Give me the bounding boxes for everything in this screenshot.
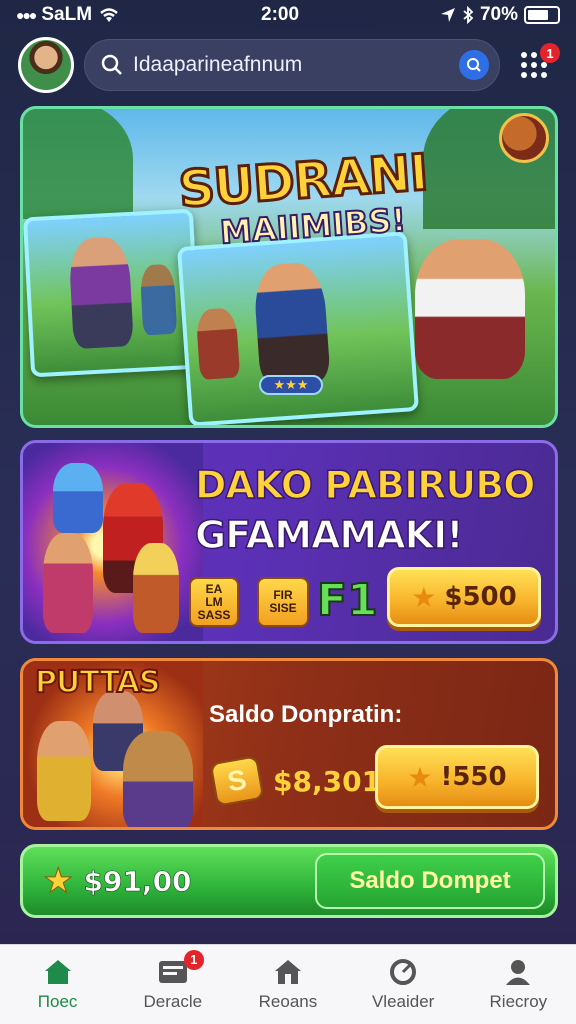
saldo-label: Saldo Donpratin: xyxy=(209,701,403,728)
promo-card[interactable]: DAKO PABIRUBO GFAMAMAKI! EA LM SASS FIR … xyxy=(20,440,558,644)
wallet-amount-group: ★ $91,00 xyxy=(42,847,192,915)
star-icon: ★ xyxy=(411,580,437,614)
star-icon: ★ xyxy=(407,760,433,794)
search-input[interactable]: Idaaparineafnnum xyxy=(133,53,449,77)
promo-tile-2[interactable]: FIR SISE xyxy=(257,577,309,627)
buy-550-button[interactable]: ★ !550 xyxy=(375,745,539,809)
search-icon xyxy=(101,54,122,75)
nav-label: Поес xyxy=(37,991,78,1011)
notification-badge: 1 xyxy=(540,43,560,63)
nav-item-rooms[interactable]: Reoans xyxy=(233,958,343,1012)
menu-button[interactable]: 1 xyxy=(510,41,560,89)
nav-item-viewer[interactable]: Vleaider xyxy=(348,958,458,1012)
star-icon: ★ xyxy=(42,861,74,902)
wifi-icon xyxy=(100,8,118,22)
nav-label: Riecroy xyxy=(489,991,548,1011)
nav-item-profile[interactable]: Riecroy xyxy=(463,958,573,1012)
saldo-card[interactable]: PUTTAS Saldo Donpratin: S $8,301 ★ !550 xyxy=(20,658,558,830)
rating-stars-chip: ★★★ xyxy=(259,375,323,395)
buy-500-button[interactable]: ★ $500 xyxy=(387,567,541,627)
hero-character-right xyxy=(415,239,525,379)
house-icon xyxy=(274,959,301,984)
home-icon xyxy=(44,959,71,984)
status-bar: ●●● SaLM 2:00 70% xyxy=(0,0,576,30)
battery-percent: 70% xyxy=(479,4,518,25)
carrier-name: SaLM xyxy=(41,4,93,25)
saldo-dompet-button[interactable]: Saldo Dompet xyxy=(315,853,545,909)
signal-dots-icon: ●●● xyxy=(16,7,37,23)
game-panel-left xyxy=(23,208,202,378)
wallet-amount: $91,00 xyxy=(83,864,192,898)
avatar[interactable] xyxy=(18,37,74,93)
mask-icon xyxy=(499,113,549,163)
nav-label: Reoans xyxy=(258,991,318,1011)
clock: 2:00 xyxy=(261,4,300,25)
coin-icon: S xyxy=(209,755,265,807)
saldo-amount: $8,301 xyxy=(273,765,382,798)
nav-item-inbox[interactable]: 1 Deracle xyxy=(118,949,228,1012)
search-button[interactable] xyxy=(459,50,489,80)
location-icon xyxy=(440,8,455,22)
wallet-bar: ★ $91,00 Saldo Dompet xyxy=(20,844,558,918)
header: Idaaparineafnnum 1 xyxy=(18,34,560,96)
bottom-nav: Поес 1 Deracle Reoans Vleaider Riecroy xyxy=(0,944,576,1024)
hero-banner[interactable]: ★★★ SUDRANI MAIIMIBS! xyxy=(20,106,558,428)
saldo-tag: PUTTAS xyxy=(34,664,161,701)
battery-icon xyxy=(524,6,560,24)
promo-artwork xyxy=(23,443,203,641)
nav-label: Deracle xyxy=(143,991,203,1011)
nav-badge: 1 xyxy=(183,949,204,970)
dial-icon xyxy=(390,958,417,985)
promo-tile-1[interactable]: EA LM SASS xyxy=(189,577,239,627)
profile-icon xyxy=(506,959,531,985)
promo-subtitle: GFAMAMAKI! xyxy=(194,512,464,558)
nav-item-home[interactable]: Поес xyxy=(3,958,113,1012)
search-bar[interactable]: Idaaparineafnnum xyxy=(84,39,500,91)
game-panel-center xyxy=(177,231,419,425)
nav-label: Vleaider xyxy=(371,991,435,1011)
promo-tile-green[interactable]: F1 xyxy=(316,574,379,627)
promo-title: DAKO PABIRUBO xyxy=(194,462,536,508)
bluetooth-icon xyxy=(463,6,474,24)
search-go-icon xyxy=(467,58,481,72)
